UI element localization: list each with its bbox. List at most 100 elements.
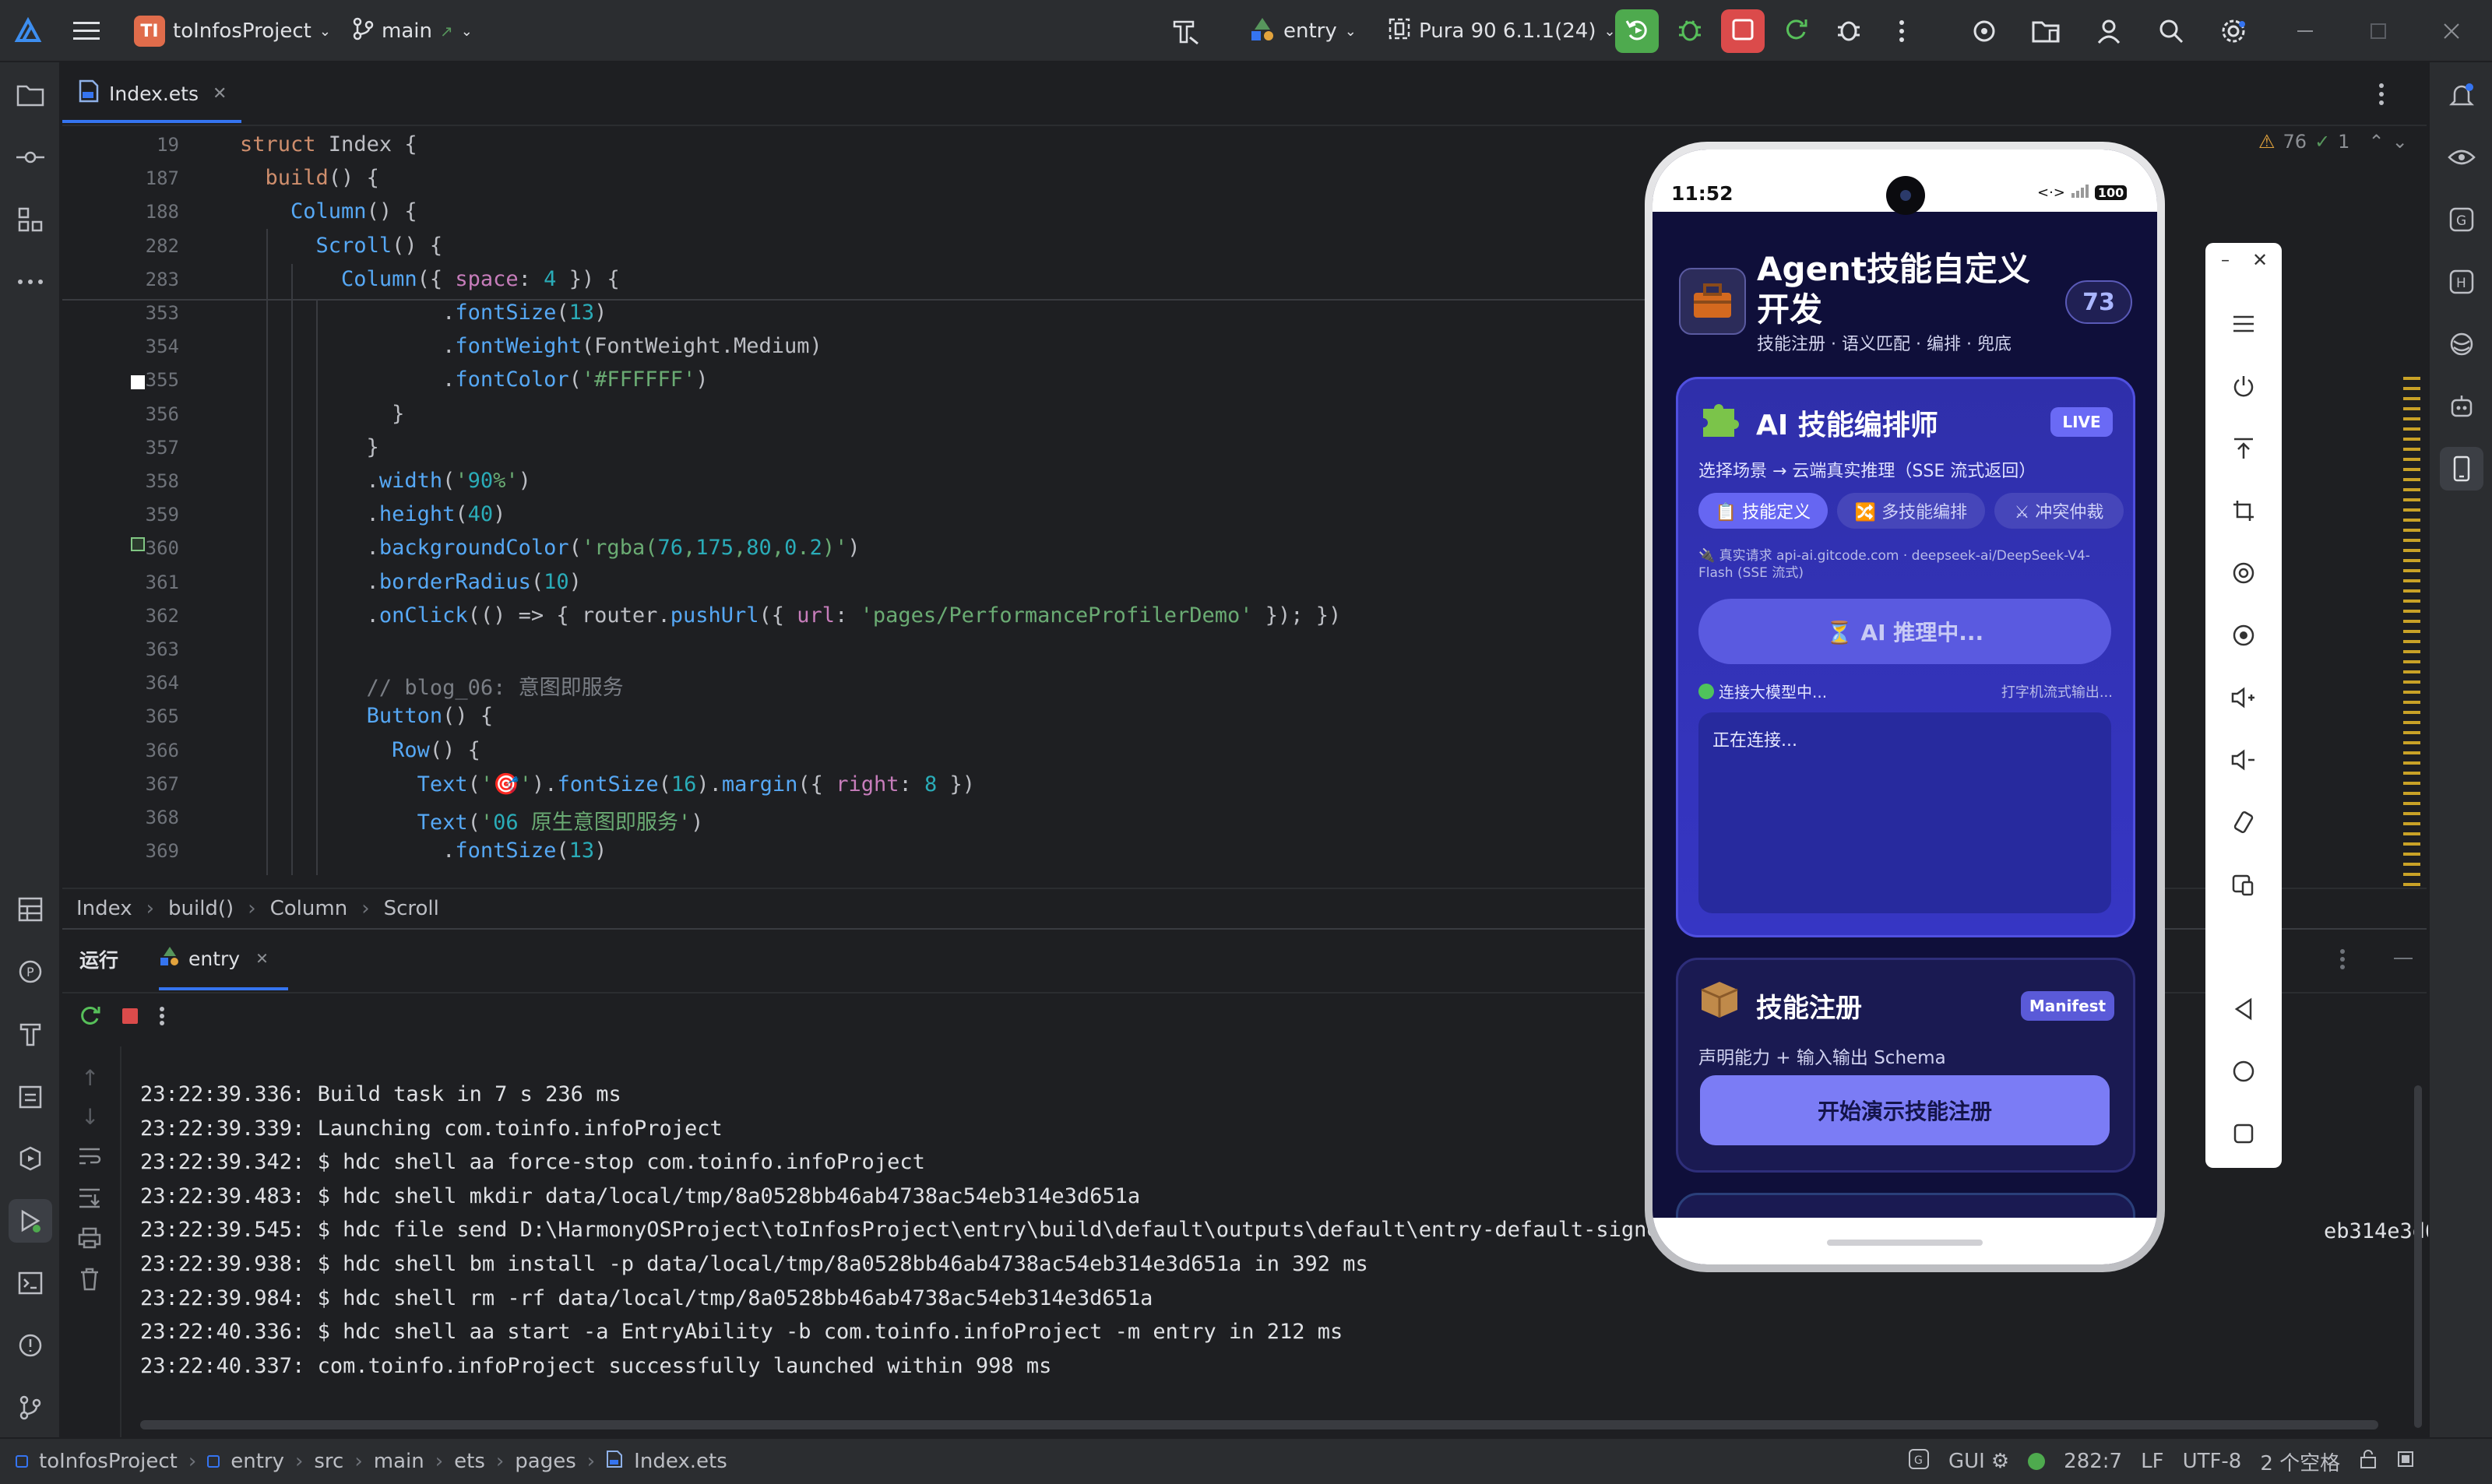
codegenie-icon[interactable] [2440, 322, 2483, 366]
code-line[interactable]: build() { [240, 166, 379, 190]
code-line[interactable]: struct Index { [240, 132, 417, 156]
phone-screen[interactable]: 11:52 <·> 100 Agent技能自定义开发 技能注册 · 语义匹配 ·… [1653, 149, 2157, 1264]
path-item[interactable]: ets [454, 1450, 485, 1473]
stop-button[interactable] [1721, 9, 1765, 53]
panel-options-icon[interactable] [2339, 948, 2346, 973]
device-manager-icon[interactable] [2025, 9, 2068, 53]
main-menu-icon[interactable] [73, 0, 100, 62]
search-icon[interactable] [2149, 9, 2193, 53]
breadcrumb-item[interactable]: build() [168, 897, 234, 920]
code-line[interactable]: .height(40) [240, 502, 506, 526]
minimize-panel-icon[interactable] [2394, 958, 2413, 959]
code-line[interactable]: .fontWeight(FontWeight.Medium) [240, 334, 822, 358]
run-tool-icon[interactable] [9, 1199, 52, 1243]
code-line[interactable]: .fontColor('#FFFFFF') [240, 367, 708, 392]
terminal-icon[interactable] [9, 1261, 52, 1305]
home-icon[interactable] [2222, 1050, 2265, 1093]
commit-icon[interactable] [9, 135, 52, 179]
device-mirror-icon[interactable] [2440, 447, 2483, 491]
code-line[interactable]: Scroll() { [240, 234, 443, 258]
trash-icon[interactable] [79, 1268, 100, 1294]
rotate-device-icon[interactable] [2222, 800, 2265, 844]
code-line[interactable]: Row() { [240, 738, 480, 762]
ai-assistant-icon[interactable] [2440, 385, 2483, 428]
chevron-down-icon[interactable]: ⌄ [2392, 131, 2408, 153]
code-line[interactable]: Column() { [240, 199, 417, 223]
run-config-selector[interactable]: entry ⌄ [1249, 0, 1357, 62]
attach-debugger-button[interactable] [1827, 9, 1871, 53]
services-icon[interactable] [9, 1137, 52, 1180]
cursor-position[interactable]: 282:7 [2064, 1450, 2122, 1473]
location-icon[interactable] [2222, 614, 2265, 657]
rerun-icon[interactable] [78, 1004, 101, 1031]
rotate-top-icon[interactable] [2222, 427, 2265, 470]
arrow-up-icon[interactable]: ↑ [81, 1065, 99, 1091]
code-line[interactable]: Text('🎯').fontSize(16).margin({ right: 8… [240, 772, 975, 797]
code-line[interactable]: .onClick(() => { router.pushUrl({ url: '… [240, 603, 1342, 628]
branch-selector[interactable]: main ↗ ⌄ [352, 0, 473, 62]
close-tab-icon[interactable]: ✕ [255, 949, 269, 968]
project-folder-icon[interactable] [9, 73, 52, 117]
recents-icon[interactable] [2222, 1112, 2265, 1155]
hvigor-icon[interactable]: H [2440, 260, 2483, 304]
minimize-window-icon[interactable] [2283, 9, 2327, 53]
home-indicator[interactable] [1827, 1240, 1983, 1246]
build-hammer-icon[interactable] [1163, 9, 1207, 53]
path-item[interactable]: pages [515, 1450, 575, 1473]
horizontal-scrollbar[interactable] [140, 1420, 2378, 1429]
screen-record-icon[interactable] [2222, 551, 2265, 595]
start-skill-demo-button[interactable]: 开始演示技能注册 [1700, 1075, 2110, 1145]
indent-setting[interactable]: 2 个空格 [2260, 1447, 2340, 1476]
code-line[interactable]: .fontSize(13) [240, 839, 607, 863]
more-tools-icon[interactable] [9, 260, 52, 304]
codegenie-status-icon[interactable]: G [1908, 1448, 1930, 1475]
tab-skill-definition[interactable]: 📋 技能定义 [1698, 493, 1828, 529]
vertical-scrollbar[interactable] [2414, 1085, 2422, 1428]
print-icon[interactable] [78, 1227, 101, 1252]
debug-button[interactable] [1668, 9, 1712, 53]
device-selector[interactable]: Pura 90 6.1.1(24) ⌄ [1388, 0, 1616, 62]
gradle-icon[interactable]: G [2440, 198, 2483, 241]
memory-indicator-icon[interactable] [2396, 1450, 2415, 1474]
power-icon[interactable] [2222, 364, 2265, 408]
line-separator[interactable]: LF [2141, 1450, 2163, 1473]
breadcrumb-item[interactable]: Column [270, 897, 348, 920]
tab-index-ets[interactable]: Index.ets ✕ [78, 62, 227, 125]
more-actions-icon[interactable] [1880, 9, 1924, 53]
path-item[interactable]: main [374, 1450, 424, 1473]
readonly-lock-icon[interactable] [2359, 1449, 2378, 1475]
back-icon[interactable] [2222, 987, 2265, 1031]
color-swatch-white[interactable] [131, 375, 145, 389]
account-icon[interactable] [2087, 9, 2131, 53]
version-control-icon[interactable] [9, 1386, 52, 1429]
notifications-bell-icon[interactable] [2440, 73, 2483, 117]
code-line[interactable]: // blog_06: 意图即服务 [240, 670, 624, 701]
rerun-button[interactable] [1615, 9, 1659, 53]
code-line[interactable]: Text('06 原生意图即服务') [240, 805, 704, 835]
minimize-emulator-icon[interactable]: – [2221, 251, 2230, 270]
structure-icon[interactable] [9, 198, 52, 241]
code-line[interactable]: .fontSize(13) [240, 301, 607, 325]
close-window-icon[interactable] [2430, 9, 2473, 53]
profiler-icon[interactable]: P [9, 950, 52, 993]
chevron-up-icon[interactable]: ⌃ [2368, 131, 2384, 153]
preview-eye-icon[interactable] [2440, 135, 2483, 179]
code-line[interactable]: .backgroundColor('rgba(76,175,80,0.2)') [240, 536, 861, 560]
inspection-widget[interactable]: ⚠ 76 ✓ 1 ⌃ ⌄ [2258, 131, 2408, 153]
breadcrumb-item[interactable]: Scroll [384, 897, 439, 920]
ai-infer-button[interactable]: ⏳ AI 推理中... [1698, 599, 2111, 664]
color-swatch-green[interactable] [131, 537, 145, 551]
problems-icon[interactable] [9, 1324, 52, 1367]
more-options-icon[interactable] [159, 1006, 165, 1029]
file-encoding[interactable]: UTF-8 [2183, 1450, 2242, 1473]
maximize-window-icon[interactable] [2356, 9, 2400, 53]
path-item[interactable]: entry [231, 1450, 284, 1473]
scroll-to-end-icon[interactable] [78, 1187, 101, 1211]
volume-up-icon[interactable] [2222, 676, 2265, 719]
code-line[interactable]: } [240, 435, 379, 459]
path-item[interactable]: src [314, 1450, 343, 1473]
path-item[interactable]: Index.ets [634, 1450, 727, 1473]
arrow-down-icon[interactable]: ↓ [81, 1104, 99, 1130]
apply-changes-button[interactable] [1774, 9, 1818, 53]
run-tab-entry[interactable]: entry ✕ [159, 939, 269, 978]
